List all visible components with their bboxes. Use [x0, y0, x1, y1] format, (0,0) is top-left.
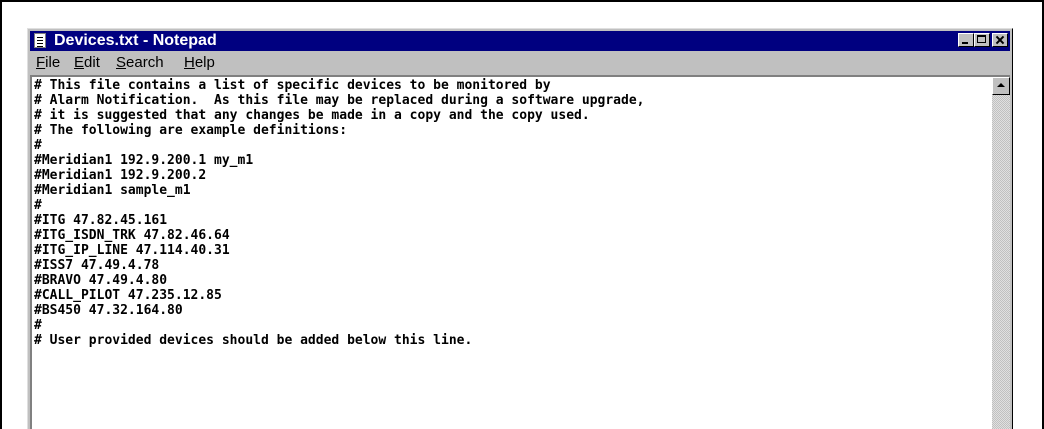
text-line[interactable]: # The following are example definitions:: [34, 123, 992, 138]
menu-help[interactable]: Help: [184, 53, 215, 73]
notepad-icon[interactable]: [34, 33, 46, 48]
text-line[interactable]: #: [34, 318, 992, 333]
text-line[interactable]: # User provided devices should be added …: [34, 333, 992, 348]
window-title: Devices.txt - Notepad: [54, 32, 217, 49]
maximize-button[interactable]: [974, 33, 990, 47]
text-line[interactable]: #Meridian1 192.9.200.1 my_m1: [34, 153, 992, 168]
text-editor[interactable]: # This file contains a list of specific …: [30, 75, 1010, 429]
text-line[interactable]: #ITG_ISDN_TRK 47.82.46.64: [34, 228, 992, 243]
text-line[interactable]: # This file contains a list of specific …: [34, 78, 992, 93]
text-line[interactable]: #BS450 47.32.164.80: [34, 303, 992, 318]
arrow-up-icon[interactable]: [992, 77, 1010, 95]
menu-bar: File Edit Search Help: [30, 53, 1010, 73]
title-bar[interactable]: Devices.txt - Notepad: [30, 31, 1010, 51]
text-line[interactable]: # it is suggested that any changes be ma…: [34, 108, 992, 123]
page-border-left: [0, 0, 2, 429]
text-line[interactable]: #: [34, 138, 992, 153]
text-line[interactable]: #BRAVO 47.49.4.80: [34, 273, 992, 288]
text-line[interactable]: #ISS7 47.49.4.78: [34, 258, 992, 273]
text-line[interactable]: #ITG_IP_LINE 47.114.40.31: [34, 243, 992, 258]
text-line[interactable]: #CALL_PILOT 47.235.12.85: [34, 288, 992, 303]
vertical-scrollbar[interactable]: [992, 77, 1010, 429]
text-line[interactable]: #: [34, 198, 992, 213]
menu-search[interactable]: Search: [116, 53, 164, 73]
text-line[interactable]: #Meridian1 sample_m1: [34, 183, 992, 198]
minimize-button[interactable]: [958, 33, 974, 47]
notepad-window: Devices.txt - Notepad File Edit Search H…: [27, 28, 1013, 429]
text-line[interactable]: #Meridian1 192.9.200.2: [34, 168, 992, 183]
close-button[interactable]: [992, 33, 1008, 47]
text-content[interactable]: # This file contains a list of specific …: [32, 77, 992, 429]
menu-edit[interactable]: Edit: [74, 53, 100, 73]
text-line[interactable]: # Alarm Notification. As this file may b…: [34, 93, 992, 108]
menu-file[interactable]: File: [36, 53, 60, 73]
text-line[interactable]: #ITG 47.82.45.161: [34, 213, 992, 228]
page-border-top: [0, 0, 1044, 2]
